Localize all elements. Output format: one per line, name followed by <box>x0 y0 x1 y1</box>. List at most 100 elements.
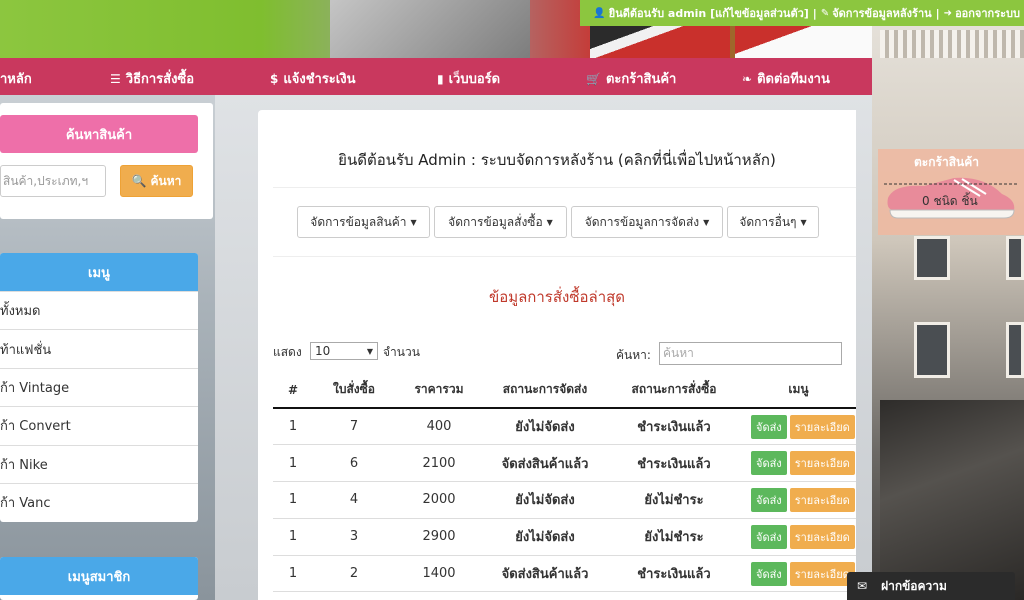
orders-table: # ใบสั่งซื้อ ราคารวม สถานะการจัดส่ง สถาน… <box>273 372 856 593</box>
shipping-status: ยังไม่จัดส่ง <box>483 408 607 446</box>
menu-item-fashion[interactable]: ท้าแฟชั่น <box>0 329 198 367</box>
nav-board[interactable]: ▮ เว็บบอร์ด <box>437 68 500 89</box>
detail-button[interactable]: รายละเอียด <box>789 524 855 549</box>
envelope-icon: ✉ <box>857 579 868 593</box>
section-title: ข้อมูลการสั่งซื้อล่าสุด <box>488 288 626 306</box>
ship-button[interactable]: จัดส่ง <box>751 414 787 439</box>
building-window <box>1006 322 1024 378</box>
search-icon: 🔍 <box>131 174 147 188</box>
shipping-status: ยังไม่จัดส่ง <box>483 481 607 519</box>
menu-item-convert[interactable]: ก้า Convert <box>0 406 198 444</box>
column-header[interactable]: ราคารวม <box>395 372 483 409</box>
column-header[interactable]: สถานะการจัดส่ง <box>483 372 607 409</box>
edit-icon: ✎ <box>820 7 830 19</box>
nav-cart-label: ตะกร้าสินค้า <box>605 72 677 87</box>
nav-payment[interactable]: $ แจ้งชำระเงิน <box>270 68 355 89</box>
row-number: 1 <box>273 444 313 483</box>
order-total: 400 <box>395 408 483 446</box>
list-icon: ☰ <box>110 71 121 86</box>
dropdown-label: จัดการอื่นๆ <box>739 214 797 229</box>
column-header[interactable]: ใบสั่งซื้อ <box>313 372 395 409</box>
profile-link[interactable]: 👤 ยินดีต้อนรับ admin [แก้ไขข้อมูลส่วนตัว… <box>593 4 808 22</box>
nav-board-label: เว็บบอร์ด <box>448 72 501 87</box>
manage-shipping-dropdown[interactable]: จัดการข้อมูลการจัดส่ง ▼ <box>571 206 723 238</box>
product-search-button[interactable]: 🔍 ค้นหา <box>120 165 193 197</box>
column-header[interactable]: สถานะการสั่งซื้อ <box>607 372 741 409</box>
caret-down-icon: ▼ <box>410 217 417 227</box>
shipping-status: ยังไม่จัดส่ง <box>483 518 607 556</box>
ship-button[interactable]: จัดส่ง <box>751 451 787 476</box>
menu-item-label: ก้า Vintage <box>0 380 70 396</box>
ship-button[interactable]: จัดส่ง <box>751 524 787 549</box>
product-search-input[interactable]: สินค้า,ประเภท,ฯ <box>0 165 106 197</box>
search-panel: ค้นหาสินค้า <box>0 103 213 219</box>
nav-contact[interactable]: ❧ ติดต่อทีมงาน <box>742 68 830 89</box>
caret-down-icon: ▼ <box>546 217 553 227</box>
column-header[interactable]: เมนู <box>741 372 856 409</box>
shipping-status: จัดส่งสินค้าแล้ว <box>483 555 607 593</box>
row-actions: จัดส่ง รายละเอียด <box>741 481 856 519</box>
menu-item-label: ทั้งหมด <box>0 304 41 320</box>
menu-item-vintage[interactable]: ก้า Vintage <box>0 367 198 406</box>
logout-link[interactable]: ➜ ออกจากระบบ <box>944 4 1020 22</box>
row-actions: จัดส่ง รายละเอียด <box>741 518 856 556</box>
detail-button[interactable]: รายละเอียด <box>789 487 855 512</box>
table-search-input[interactable]: ค้นหา <box>659 342 842 365</box>
profile-link-label: ยินดีต้อนรับ admin [แก้ไขข้อมูลส่วนตัว] <box>608 7 809 20</box>
show-entries-value: 10 <box>315 344 331 358</box>
detail-button[interactable]: รายละเอียด <box>789 561 855 586</box>
row-actions: จัดส่ง รายละเอียด <box>741 444 856 483</box>
ship-button[interactable]: จัดส่ง <box>751 561 787 586</box>
order-id: 6 <box>313 444 395 483</box>
building-railing <box>880 30 1024 58</box>
order-status: ยังไม่ชำระ <box>607 481 741 519</box>
admin-welcome-link[interactable]: ยินดีต้อนรับ Admin : ระบบจัดการหลังร้าน … <box>258 148 856 172</box>
menu-item-nike[interactable]: ก้า Nike <box>0 444 198 483</box>
show-entries-select[interactable]: 10 ▼ <box>310 342 378 360</box>
table-row: 1 6 2100 จัดส่งสินค้าแล้ว ชำระเงินแล้ว จัดส่ง… <box>273 444 856 483</box>
manage-other-dropdown[interactable]: จัดการอื่นๆ ▼ <box>727 206 819 238</box>
building-window <box>914 322 950 378</box>
search-panel-title: ค้นหาสินค้า <box>0 115 198 153</box>
order-status: ยังไม่ชำระ <box>607 518 741 556</box>
order-total: 2900 <box>395 518 483 556</box>
show-entries-unit: จำนวน <box>383 345 420 359</box>
menu-item-vanc[interactable]: ก้า Vanc <box>0 482 198 521</box>
table-row: 1 4 2000 ยังไม่จัดส่ง ยังไม่ชำระ จัดส่ง รายละเ… <box>273 481 856 519</box>
table-header-row: # ใบสั่งซื้อ ราคารวม สถานะการจัดส่ง สถาน… <box>273 372 856 409</box>
nav-cart[interactable]: 🛒 ตะกร้าสินค้า <box>586 68 676 89</box>
building-window <box>914 236 950 280</box>
manage-orders-dropdown[interactable]: จัดการข้อมูลสั่งซื้อ ▼ <box>434 206 567 238</box>
cart-icon: 🛒 <box>586 71 601 86</box>
menu-item-label: ก้า Nike <box>0 457 48 473</box>
caret-down-icon: ▼ <box>800 217 807 227</box>
detail-button[interactable]: รายละเอียด <box>789 451 855 476</box>
row-number: 1 <box>273 408 313 446</box>
detail-button[interactable]: รายละเอียด <box>789 414 855 439</box>
order-status: ชำระเงินแล้ว <box>607 555 741 593</box>
nav-contact-label: ติดต่อทีมงาน <box>757 72 830 87</box>
menu-panel-title: เมนู <box>0 253 198 291</box>
dropdown-label: จัดการข้อมูลสั่งซื้อ <box>448 214 543 229</box>
search-button-label: ค้นหา <box>150 173 182 188</box>
backend-link[interactable]: ✎ จัดการข้อมูลหลังร้าน <box>821 4 932 22</box>
backend-link-label: จัดการข้อมูลหลังร้าน <box>832 7 932 20</box>
ship-button[interactable]: จัดส่ง <box>751 487 787 512</box>
building-window <box>1006 236 1024 280</box>
nav-home-label: าหลัก <box>0 72 32 87</box>
table-row: 1 7 400 ยังไม่จัดส่ง ชำระเงินแล้ว จัดส่ง รายละ… <box>273 408 856 446</box>
separator: | <box>812 6 817 20</box>
leaf-icon: ❧ <box>742 71 753 86</box>
manage-products-dropdown[interactable]: จัดการข้อมูลสินค้า ▼ <box>297 206 430 238</box>
chat-message-bar[interactable]: ✉ ฝากข้อความ <box>847 572 1015 600</box>
dollar-icon: $ <box>270 71 279 86</box>
table-search-label: ค้นหา: <box>616 348 651 362</box>
menu-item-all[interactable]: ทั้งหมด <box>0 291 198 329</box>
nav-howto[interactable]: ☰ วิธีการสั่งซื้อ <box>110 68 194 89</box>
nav-home[interactable]: าหลัก <box>0 68 32 89</box>
chat-label: ฝากข้อความ <box>881 578 947 593</box>
show-entries-label: แสดง <box>273 345 302 359</box>
column-header[interactable]: # <box>273 372 313 409</box>
row-number: 1 <box>273 555 313 593</box>
user-icon: 👤 <box>593 7 606 19</box>
